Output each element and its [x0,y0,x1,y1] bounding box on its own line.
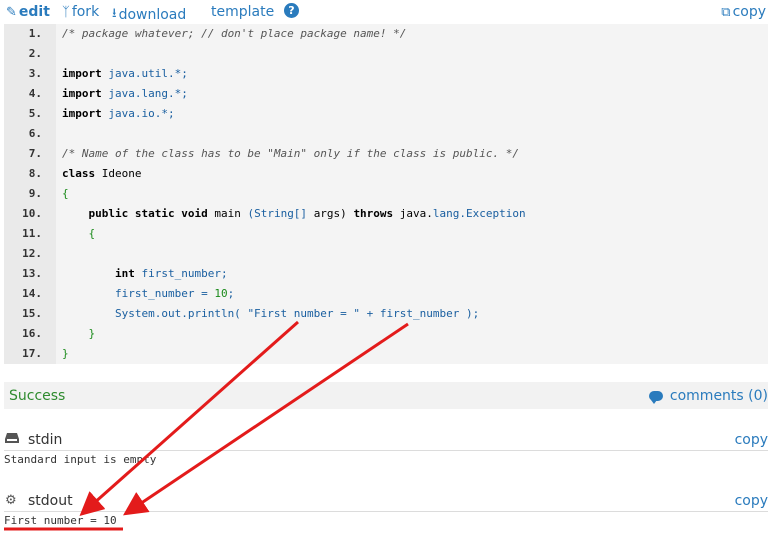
line-number: 11. [22,227,42,240]
code-text: int first_number; [62,267,228,280]
line-number: 2. [28,47,42,60]
template-label: template [211,4,275,20]
line-number: 10. [22,207,42,220]
code-line: 14. first_number = 10; [4,284,768,304]
copy-code-button[interactable]: ⧉ copy [721,4,766,20]
comments-link[interactable]: comments (0) [648,388,768,404]
code-line: 11. { [4,224,768,244]
code-line: 8. class Ideone [4,164,768,184]
code-text: /* package whatever; // don't place pack… [62,27,407,40]
download-label: download [118,7,187,23]
line-number: 14. [22,287,42,300]
line-number: 17. [22,347,42,360]
stdin-title: stdin [28,432,63,448]
fork-icon: ᛉ [62,4,70,20]
stdout-header: ⚙ stdout copy [4,491,768,512]
fork-button[interactable]: ᛉ fork [62,4,99,20]
code-text: } [62,347,69,360]
help-button[interactable]: ? [284,3,299,18]
code-text: public static void main (String[] args) … [62,207,526,220]
line-number: 16. [22,327,42,340]
stdout-title: stdout [28,493,73,509]
code-text: /* Name of the class has to be "Main" on… [62,147,519,160]
copy-icon: ⧉ [721,4,731,20]
code-text: { [62,187,69,200]
code-line: 12. [4,244,768,264]
line-number: 7. [28,147,42,160]
code-line: 15. System.out.println( "First number = … [4,304,768,324]
code-text: } [62,327,96,340]
code-line: 5. import java.io.*; [4,104,768,124]
stdin-content: Standard input is empty [4,453,157,466]
code-line: 3. import java.util.*; [4,64,768,84]
line-number: 13. [22,267,42,280]
code-text: first_number = 10; [62,287,235,300]
code-line: 10. public static void main (String[] ar… [4,204,768,224]
stdin-copy-button[interactable]: copy [735,432,768,448]
code-line: 6. [4,124,768,144]
line-number: 5. [28,107,42,120]
comments-label: comments (0) [669,388,768,404]
code-line: 4. import java.lang.*; [4,84,768,104]
stdout-content: First number = 10 [4,514,117,527]
stdout-copy-button[interactable]: copy [735,493,768,509]
copy-label: copy [732,4,766,20]
template-button[interactable]: template [211,4,274,20]
code-line: 17.} [4,344,768,364]
edit-button[interactable]: ✎ edit [6,4,50,20]
pencil-icon: ✎ [6,4,17,20]
download-icon: ⭳ [112,6,117,21]
code-text: import java.io.*; [62,107,175,120]
line-number: 4. [28,87,42,100]
download-button[interactable]: ⭳ download [112,4,186,26]
code-text: import java.lang.*; [62,87,188,100]
code-line: 13. int first_number; [4,264,768,284]
code-text: System.out.println( "First number = " + … [62,307,480,320]
line-number: 9. [28,187,42,200]
fork-label: fork [71,4,100,20]
code-line: 2. [4,44,768,64]
line-number: 6. [28,127,42,140]
comment-bubble-icon [648,391,663,404]
source-code-view: 1. /* package whatever; // don't place pa… [4,24,768,364]
code-line: 9. { [4,184,768,204]
toolbar: ✎ edit ᛉ fork ⭳ download template ? ⧉ co… [0,0,768,24]
line-number: 1. [28,27,42,40]
line-number: 3. [28,67,42,80]
inbox-icon [5,432,19,448]
result-status-bar: Success comments (0) [4,382,768,409]
code-line: 7. /* Name of the class has to be "Main" … [4,144,768,164]
code-text: import java.util.*; [62,67,188,80]
code-line: 1. /* package whatever; // don't place pa… [4,24,768,44]
stdin-header: stdin copy [4,430,768,451]
status-text: Success [9,388,66,404]
code-text: class Ideone [62,167,142,180]
code-text: { [62,227,96,240]
line-number: 12. [22,247,42,260]
line-number: 8. [28,167,42,180]
gears-icon: ⚙ [5,493,17,508]
edit-label: edit [18,4,50,20]
help-icon: ? [284,3,299,18]
code-line: 16. } [4,324,768,344]
line-number: 15. [22,307,42,320]
